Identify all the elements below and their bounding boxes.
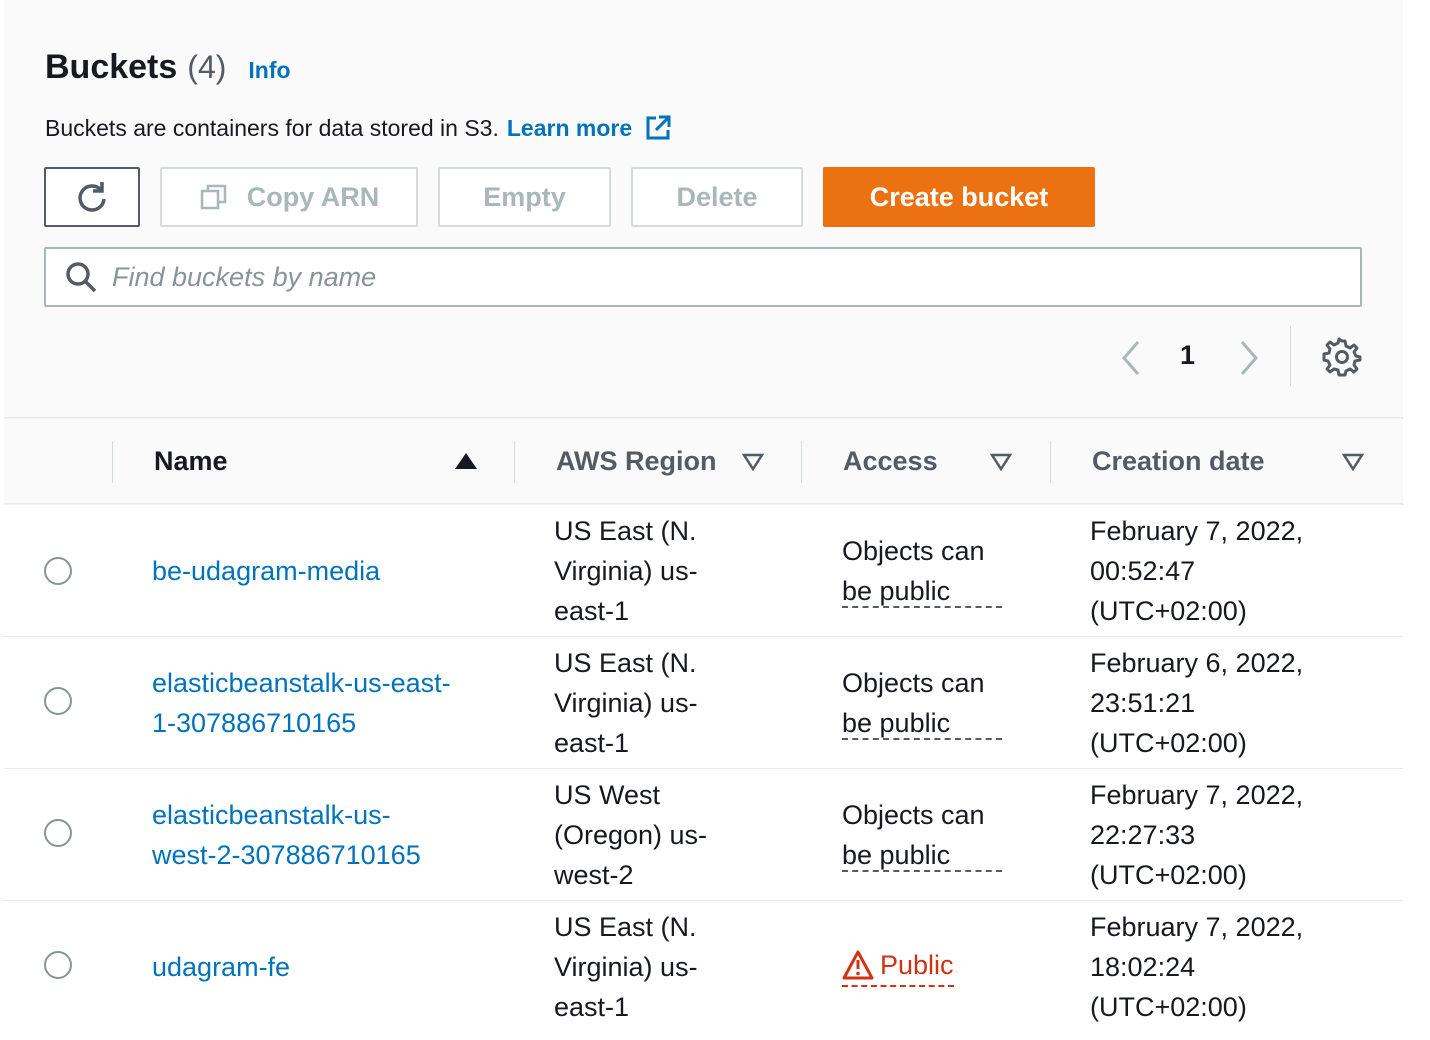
sort-descending-icon[interactable] — [1342, 453, 1364, 471]
create-bucket-button[interactable]: Create bucket — [823, 167, 1095, 227]
title-row: Buckets (4) Info — [45, 48, 291, 87]
region-line: east-1 — [554, 992, 630, 1022]
date-line: 23:51:21 — [1090, 688, 1196, 718]
sort-descending-icon[interactable] — [990, 453, 1012, 471]
page-title: Buckets — [45, 48, 178, 86]
date-cell: February 7, 2022, 22:27:33 (UTC+02:00) — [1090, 775, 1390, 895]
bucket-name-link[interactable]: elasticbeanstalk-us- west-2-307886710165 — [152, 795, 492, 875]
region-cell: US East (N. Virginia) us- east-1 — [554, 907, 754, 1027]
buckets-panel: Buckets (4) Info Buckets are containers … — [4, 0, 1403, 1033]
copy-icon — [200, 184, 226, 210]
sort-descending-icon[interactable] — [742, 453, 764, 471]
column-separator — [514, 441, 515, 483]
region-line: Virginia) us- — [554, 688, 698, 718]
region-line: (Oregon) us- — [554, 820, 708, 850]
region-cell: US West (Oregon) us- west-2 — [554, 775, 754, 895]
pagination-divider — [1290, 326, 1291, 386]
access-public-label: Public — [880, 950, 954, 980]
bucket-name-line: elasticbeanstalk-us- — [152, 800, 391, 830]
date-line: (UTC+02:00) — [1090, 728, 1247, 758]
warning-icon — [842, 950, 874, 980]
info-link[interactable]: Info — [248, 57, 290, 84]
access-cell[interactable]: Objects can be public — [842, 795, 1022, 875]
access-line: be public — [842, 708, 1003, 740]
external-link-icon[interactable] — [644, 114, 672, 142]
column-aws-region[interactable]: AWS Region — [556, 419, 717, 504]
learn-more-link[interactable]: Learn more — [507, 115, 632, 142]
column-creation-date[interactable]: Creation date — [1092, 419, 1265, 504]
region-line: east-1 — [554, 596, 630, 626]
search-icon — [66, 262, 97, 293]
access-line: Objects can — [842, 800, 985, 830]
date-cell: February 7, 2022, 00:52:47 (UTC+02:00) — [1090, 511, 1390, 631]
column-separator — [801, 441, 802, 483]
gear-icon[interactable] — [1322, 337, 1362, 377]
region-line: US East (N. — [554, 516, 697, 546]
access-line: Objects can — [842, 668, 985, 698]
date-line: (UTC+02:00) — [1090, 596, 1247, 626]
date-cell: February 6, 2022, 23:51:21 (UTC+02:00) — [1090, 643, 1390, 763]
date-line: (UTC+02:00) — [1090, 860, 1247, 890]
date-line: February 7, 2022, — [1090, 912, 1304, 942]
row-radio[interactable] — [44, 819, 72, 847]
panel-header: Buckets (4) Info Buckets are containers … — [4, 0, 1403, 418]
table-row[interactable]: elasticbeanstalk-us- west-2-307886710165… — [4, 769, 1403, 901]
table-header: Name AWS Region Access Creation date — [4, 419, 1403, 504]
refresh-icon — [78, 182, 106, 212]
bucket-count: (4) — [187, 49, 227, 85]
copy-arn-button[interactable]: Copy ARN — [160, 167, 418, 227]
bucket-name-link[interactable]: udagram-fe — [152, 947, 492, 987]
bucket-name-line: 1-307886710165 — [152, 708, 357, 738]
chevron-right-icon[interactable] — [1234, 338, 1264, 378]
access-public-badge[interactable]: Public — [842, 945, 954, 987]
sort-ascending-icon[interactable] — [454, 452, 478, 470]
description-text: Buckets are containers for data stored i… — [45, 114, 499, 141]
region-cell: US East (N. Virginia) us- east-1 — [554, 511, 754, 631]
delete-button[interactable]: Delete — [631, 167, 803, 227]
access-cell[interactable]: Objects can be public — [842, 531, 1022, 611]
bucket-name-line: west-2-307886710165 — [152, 840, 421, 870]
region-line: US East (N. — [554, 648, 697, 678]
search-field[interactable] — [44, 247, 1362, 307]
access-cell[interactable]: Objects can be public — [842, 663, 1022, 743]
access-line: be public — [842, 840, 1003, 872]
column-separator — [1050, 441, 1051, 483]
date-line: (UTC+02:00) — [1090, 992, 1247, 1022]
region-line: US West — [554, 780, 661, 810]
region-line: Virginia) us- — [554, 952, 698, 982]
table-row[interactable]: udagram-fe US East (N. Virginia) us- eas… — [4, 901, 1403, 1033]
column-separator — [112, 441, 113, 483]
date-line: February 6, 2022, — [1090, 648, 1304, 678]
row-radio[interactable] — [44, 951, 72, 979]
access-line: Objects can — [842, 536, 985, 566]
date-line: 00:52:47 — [1090, 556, 1196, 586]
region-line: west-2 — [554, 860, 634, 890]
date-line: February 7, 2022, — [1090, 516, 1304, 546]
refresh-button[interactable] — [44, 167, 140, 227]
chevron-left-icon[interactable] — [1116, 338, 1146, 378]
region-line: east-1 — [554, 728, 630, 758]
date-line: 18:02:24 — [1090, 952, 1196, 982]
description: Buckets are containers for data stored i… — [45, 114, 672, 142]
date-cell: February 7, 2022, 18:02:24 (UTC+02:00) — [1090, 907, 1390, 1027]
region-line: US East (N. — [554, 912, 697, 942]
column-name[interactable]: Name — [154, 419, 228, 504]
copy-arn-label: Copy ARN — [246, 181, 380, 212]
table-row[interactable]: be-udagram-media US East (N. Virginia) u… — [4, 505, 1403, 637]
table-row[interactable]: elasticbeanstalk-us-east- 1-307886710165… — [4, 637, 1403, 769]
row-radio[interactable] — [44, 687, 72, 715]
column-access[interactable]: Access — [843, 419, 938, 504]
empty-button[interactable]: Empty — [438, 167, 611, 227]
date-line: February 7, 2022, — [1090, 780, 1304, 810]
bucket-name-link[interactable]: elasticbeanstalk-us-east- 1-307886710165 — [152, 663, 492, 743]
date-line: 22:27:33 — [1090, 820, 1196, 850]
search-input[interactable] — [112, 252, 1360, 302]
bucket-name-link[interactable]: be-udagram-media — [152, 551, 492, 591]
bucket-name-line: elasticbeanstalk-us-east- — [152, 668, 451, 698]
region-cell: US East (N. Virginia) us- east-1 — [554, 643, 754, 763]
row-radio[interactable] — [44, 557, 72, 585]
access-line: be public — [842, 576, 1003, 608]
region-line: Virginia) us- — [554, 556, 698, 586]
page-number[interactable]: 1 — [1180, 340, 1195, 371]
